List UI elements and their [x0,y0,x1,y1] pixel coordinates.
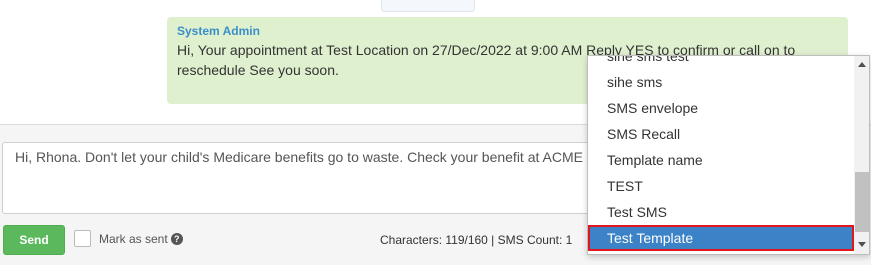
compose-text: Hi, Rhona. Don't let your child's Medica… [15,149,583,165]
mark-as-sent-checkbox[interactable] [74,230,91,247]
template-list: sihe sms test sihe sms SMS envelope SMS Rec… [588,56,854,251]
dropdown-item[interactable]: Test SMS [588,199,854,225]
dropdown-item-selected[interactable]: Test Template [588,225,854,251]
dropdown-item[interactable]: Template name [588,147,854,173]
character-count: Characters: 119/160 | SMS Count: 1 [380,233,573,247]
dropdown-item[interactable]: TEST [588,173,854,199]
mark-as-sent-label: Mark as sent [99,231,168,246]
send-button[interactable]: Send [3,225,65,255]
scroll-thumb[interactable] [855,172,869,232]
mark-as-sent: Mark as sent ? [74,230,183,247]
dropdown-item[interactable]: SMS envelope [588,95,854,121]
question-circle-icon[interactable]: ? [170,232,183,245]
dropdown-item[interactable]: SMS Recall [588,121,854,147]
scroll-up-arrow-icon[interactable] [858,62,866,67]
message-author: System Admin [177,24,260,38]
dropdown-scrollbar[interactable] [854,56,869,254]
template-dropdown[interactable]: sihe sms test sihe sms SMS envelope SMS Rec… [587,55,870,255]
scroll-down-arrow-icon[interactable] [858,242,866,247]
dropdown-item[interactable]: sihe sms test [588,56,854,69]
previous-message-bubble [381,0,475,12]
dropdown-item[interactable]: sihe sms [588,69,854,95]
